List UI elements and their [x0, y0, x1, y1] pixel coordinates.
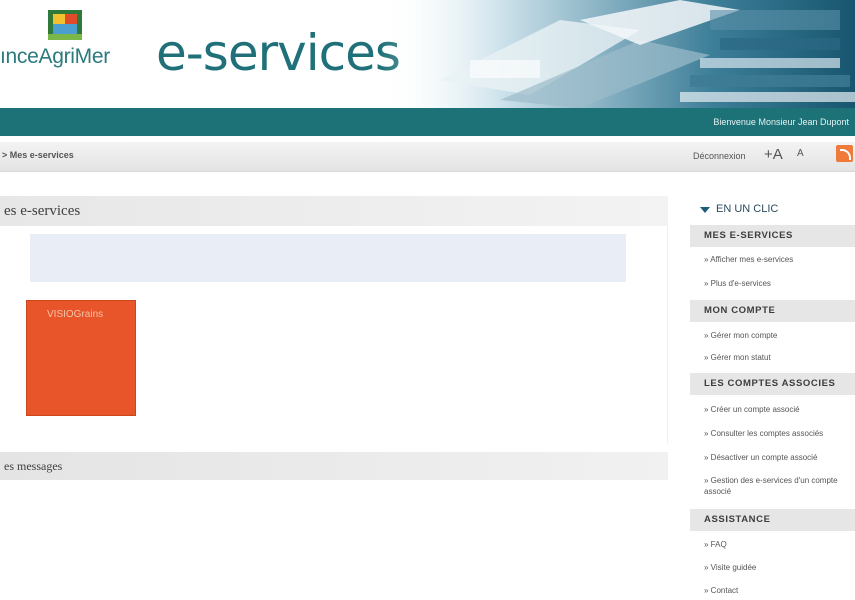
visiograins-tile[interactable]: VISIOGrains — [26, 300, 136, 416]
messages-title: es messages — [4, 459, 63, 473]
sidebar-link-creer[interactable]: » Créer un compte associé — [704, 404, 854, 415]
sidebar-link-visite[interactable]: » Visite guidée — [704, 562, 854, 573]
collapse-triangle-icon[interactable] — [700, 207, 710, 213]
logo-text: ınceAgriMer — [0, 45, 110, 68]
font-increase-button[interactable]: +A — [764, 146, 783, 163]
breadcrumb[interactable]: > Mes e-services — [2, 150, 74, 160]
sidebar-category-assistance: ASSISTANCE — [690, 509, 855, 531]
section-title-bar: es e-services — [0, 196, 668, 226]
site-title: e-services — [156, 24, 401, 82]
rss-icon[interactable] — [836, 145, 853, 162]
sidebar: EN UN CLIC MES E-SERVICES » Afficher mes… — [690, 196, 855, 600]
sidebar-link-gerer-statut[interactable]: » Gérer mon statut — [704, 352, 854, 363]
sidebar-category-mes-eservices: MES E-SERVICES — [690, 225, 855, 247]
tile-label: VISIOGrains — [47, 309, 104, 320]
header-banner-image — [380, 0, 855, 108]
sidebar-link-plus[interactable]: » Plus d'e-services — [704, 278, 854, 289]
sidebar-link-gestion[interactable]: » Gestion des e-services d'un compte ass… — [704, 475, 854, 497]
sidebar-link-consulter[interactable]: » Consulter les comptes associés — [704, 428, 854, 439]
sidebar-header[interactable]: EN UN CLIC — [690, 196, 855, 224]
logout-link[interactable]: Déconnexion — [693, 151, 746, 161]
welcome-text: Bienvenue Monsieur Jean Dupont — [713, 117, 849, 127]
sidebar-link-contact[interactable]: » Contact — [704, 585, 854, 596]
header: ınceAgriMer e-services — [0, 0, 855, 108]
sidebar-link-faq[interactable]: » FAQ — [704, 539, 854, 550]
sidebar-link-desactiver[interactable]: » Désactiver un compte associé — [704, 452, 854, 463]
font-decrease-button[interactable]: A — [797, 148, 804, 159]
sidebar-category-comptes-associes: LES COMPTES ASSOCIES — [690, 373, 855, 395]
sidebar-title: EN UN CLIC — [716, 203, 779, 215]
sidebar-link-gerer-compte[interactable]: » Gérer mon compte — [704, 330, 854, 341]
franceagrimer-logo-icon — [48, 10, 82, 40]
sidebar-link-afficher[interactable]: » Afficher mes e-services — [704, 254, 854, 265]
messages-title-bar: es messages — [0, 452, 668, 480]
sidebar-category-mon-compte: MON COMPTE — [690, 300, 855, 322]
info-box — [30, 234, 626, 282]
section-title: es e-services — [4, 203, 81, 219]
